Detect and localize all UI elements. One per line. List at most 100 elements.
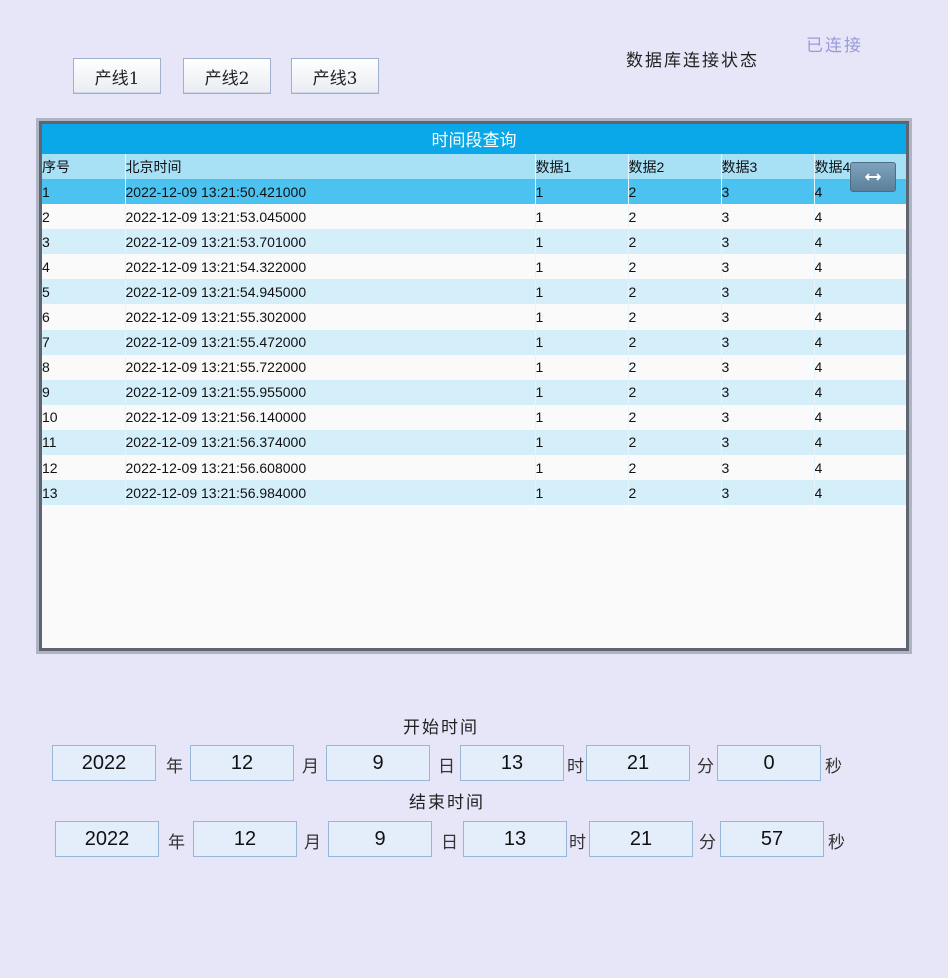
cell-time: 2022-12-09 13:21:55.472000 bbox=[124, 329, 535, 355]
cell-time: 2022-12-09 13:21:55.302000 bbox=[124, 304, 535, 330]
end-second-input[interactable]: 57 bbox=[720, 821, 824, 857]
cell-data1: 1 bbox=[534, 279, 628, 305]
cell-data2: 2 bbox=[627, 204, 721, 230]
cell-data1: 1 bbox=[534, 204, 628, 230]
cell-data2: 2 bbox=[627, 354, 721, 380]
cell-index: 1 bbox=[42, 183, 50, 200]
cell-data1: 1 bbox=[534, 229, 628, 255]
cell-data2: 2 bbox=[627, 179, 721, 205]
column-header-time[interactable]: 北京时间 bbox=[124, 154, 535, 179]
cell-index: 7 bbox=[42, 334, 50, 351]
start-year-input[interactable]: 2022 bbox=[52, 745, 156, 781]
end-hour-unit: 时 bbox=[569, 833, 586, 853]
column-header-data2[interactable]: 数据2 bbox=[627, 154, 721, 179]
data-table: 序号 北京时间 数据1 数据2 数据3 数据4 1 2022-12-09 13:2… bbox=[42, 154, 906, 506]
cell-data1: 1 bbox=[534, 304, 628, 330]
start-month-input[interactable]: 12 bbox=[190, 745, 294, 781]
cell-data3: 3 bbox=[720, 455, 814, 481]
cell-data4: 4 bbox=[813, 204, 906, 230]
table-row[interactable]: 6 2022-12-09 13:21:55.302000 1 2 3 4 bbox=[42, 304, 906, 330]
end-minute-input[interactable]: 21 bbox=[589, 821, 693, 857]
cell-data3: 3 bbox=[720, 329, 814, 355]
table-row[interactable]: 9 2022-12-09 13:21:55.955000 1 2 3 4 bbox=[42, 379, 906, 405]
table-row[interactable]: 5 2022-12-09 13:21:54.945000 1 2 3 4 bbox=[42, 279, 906, 305]
end-day-input[interactable]: 9 bbox=[328, 821, 432, 857]
end-month-input[interactable]: 12 bbox=[193, 821, 297, 857]
end-month-unit: 月 bbox=[304, 833, 321, 853]
cell-data3: 3 bbox=[720, 254, 814, 280]
start-minute-input[interactable]: 21 bbox=[586, 745, 690, 781]
line-1-button[interactable]: 产线1 bbox=[73, 58, 161, 94]
cell-time: 2022-12-09 13:21:54.322000 bbox=[124, 254, 535, 280]
cell-index: 10 bbox=[42, 409, 58, 426]
grid-title: 时间段查询 bbox=[42, 124, 906, 154]
cell-data3: 3 bbox=[720, 179, 814, 205]
cell-data1: 1 bbox=[534, 429, 628, 456]
table-row[interactable]: 10 2022-12-09 13:21:56.140000 1 2 3 4 bbox=[42, 404, 906, 430]
table-row[interactable]: 7 2022-12-09 13:21:55.472000 1 2 3 4 bbox=[42, 329, 906, 355]
cell-time: 2022-12-09 13:21:53.701000 bbox=[124, 229, 535, 255]
line-3-button[interactable]: 产线3 bbox=[291, 58, 379, 94]
cell-data1: 1 bbox=[534, 354, 628, 380]
cell-data2: 2 bbox=[627, 404, 721, 430]
table-row[interactable]: 3 2022-12-09 13:21:53.701000 1 2 3 4 bbox=[42, 229, 906, 255]
start-day-input[interactable]: 9 bbox=[326, 745, 430, 781]
line-2-button[interactable]: 产线2 bbox=[183, 58, 271, 94]
start-day-unit: 日 bbox=[438, 757, 455, 777]
column-header-data3[interactable]: 数据3 bbox=[720, 154, 814, 179]
db-status-value: 已连接 bbox=[806, 36, 863, 56]
cell-data1: 1 bbox=[534, 455, 628, 481]
cell-data4: 4 bbox=[813, 329, 906, 355]
table-row[interactable]: 8 2022-12-09 13:21:55.722000 1 2 3 4 bbox=[42, 354, 906, 380]
cell-time: 2022-12-09 13:21:53.045000 bbox=[124, 204, 535, 230]
cell-data4: 4 bbox=[813, 404, 906, 430]
cell-data1: 1 bbox=[534, 404, 628, 430]
cell-time: 2022-12-09 13:21:56.608000 bbox=[124, 455, 535, 481]
cell-data4: 4 bbox=[813, 379, 906, 405]
start-hour-input[interactable]: 13 bbox=[460, 745, 564, 781]
cell-data2: 2 bbox=[627, 329, 721, 355]
cell-data2: 2 bbox=[627, 480, 721, 506]
cell-data2: 2 bbox=[627, 279, 721, 305]
cell-index: 8 bbox=[42, 359, 50, 376]
cell-data2: 2 bbox=[627, 455, 721, 481]
cell-time: 2022-12-09 13:21:55.722000 bbox=[124, 354, 535, 380]
cell-data3: 3 bbox=[720, 429, 814, 456]
start-year-unit: 年 bbox=[166, 757, 183, 777]
start-time-label: 开始时间 bbox=[403, 718, 479, 738]
db-status-label: 数据库连接状态 bbox=[626, 51, 759, 71]
end-second-unit: 秒 bbox=[828, 833, 845, 853]
cell-time: 2022-12-09 13:21:55.955000 bbox=[124, 379, 535, 405]
table-row[interactable]: 11 2022-12-09 13:21:56.374000 1 2 3 4 bbox=[42, 429, 906, 456]
cell-data3: 3 bbox=[720, 204, 814, 230]
cell-data2: 2 bbox=[627, 304, 721, 330]
table-row[interactable]: 4 2022-12-09 13:21:54.322000 1 2 3 4 bbox=[42, 254, 906, 280]
cell-data4: 4 bbox=[813, 429, 906, 456]
cell-data3: 3 bbox=[720, 480, 814, 506]
cell-data4: 4 bbox=[813, 354, 906, 380]
cell-index: 2 bbox=[42, 208, 50, 225]
start-second-input[interactable]: 0 bbox=[717, 745, 821, 781]
cell-data1: 1 bbox=[534, 379, 628, 405]
cell-index: 6 bbox=[42, 309, 50, 326]
column-header-index[interactable]: 序号 bbox=[42, 154, 125, 179]
column-resize-button[interactable] bbox=[850, 162, 896, 192]
table-row[interactable]: 1 2022-12-09 13:21:50.421000 1 2 3 4 bbox=[42, 179, 906, 205]
cell-data1: 1 bbox=[534, 254, 628, 280]
table-row[interactable]: 12 2022-12-09 13:21:56.608000 1 2 3 4 bbox=[42, 455, 906, 481]
cell-data3: 3 bbox=[720, 279, 814, 305]
table-header-row: 序号 北京时间 数据1 数据2 数据3 数据4 bbox=[42, 154, 906, 179]
end-hour-input[interactable]: 13 bbox=[463, 821, 567, 857]
cell-time: 2022-12-09 13:21:56.374000 bbox=[124, 429, 535, 456]
cell-index: 5 bbox=[42, 283, 50, 300]
cell-index: 12 bbox=[42, 459, 58, 476]
end-year-input[interactable]: 2022 bbox=[55, 821, 159, 857]
start-hour-unit: 时 bbox=[567, 757, 584, 777]
cell-data1: 1 bbox=[534, 480, 628, 506]
column-header-data1[interactable]: 数据1 bbox=[534, 154, 628, 179]
start-minute-unit: 分 bbox=[697, 757, 714, 777]
cell-data4: 4 bbox=[813, 480, 906, 506]
cell-data4: 4 bbox=[813, 304, 906, 330]
table-row[interactable]: 2 2022-12-09 13:21:53.045000 1 2 3 4 bbox=[42, 204, 906, 230]
table-row[interactable]: 13 2022-12-09 13:21:56.984000 1 2 3 4 bbox=[42, 480, 906, 506]
